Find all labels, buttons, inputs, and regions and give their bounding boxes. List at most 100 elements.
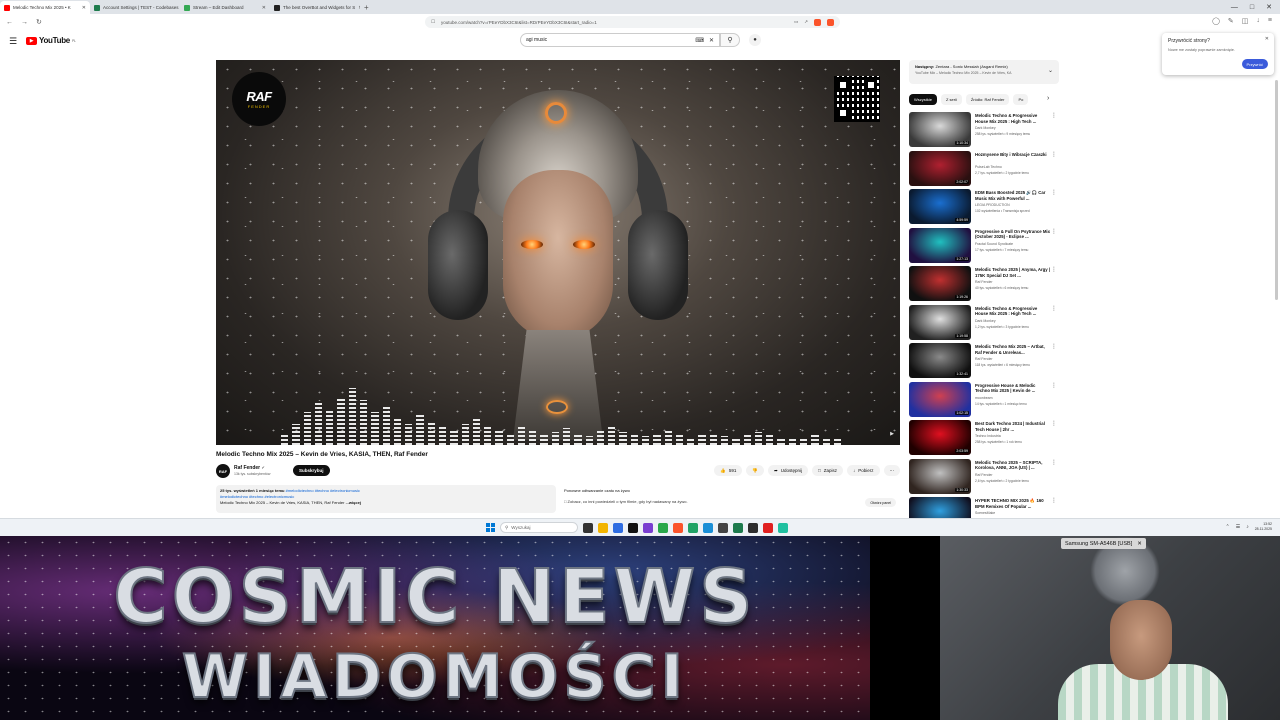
open-chat-panel-button[interactable]: Otwórz panel — [865, 498, 896, 507]
share-button[interactable]: ➦ Udostępnij — [767, 465, 808, 476]
back-icon[interactable]: ← — [6, 19, 13, 26]
extension-icon[interactable]: ◯ — [1212, 17, 1220, 25]
page-scrollbar[interactable] — [1275, 80, 1278, 300]
youtube-watermark-icon[interactable]: ▶ — [890, 431, 894, 437]
download-icon[interactable]: ↓ — [1256, 17, 1260, 25]
related-channel[interactable]: LEGIA PRODUCTION — [975, 203, 1010, 207]
browser-tab[interactable]: Stream – Edit Dashboard ✕ — [180, 1, 270, 14]
channel-avatar[interactable]: RAF — [216, 464, 230, 478]
related-video[interactable]: 1:32:41 Melodic Techno Mix 2025 – Artbat,… — [909, 343, 1061, 382]
browser-tab[interactable]: The best OverBot and Widgets for S✕ — [270, 1, 360, 14]
related-video[interactable]: 1:02:15 Progressive House & Melodic Techn… — [909, 381, 1061, 421]
related-video[interactable]: 1:10:34 Melodic Techno & Progressive Hous… — [909, 112, 1061, 151]
address-bar[interactable]: ☐ youtube.com/watch?v=rPEeYDbX3C6I&list=… — [425, 16, 840, 28]
more-vertical-icon[interactable]: ⋮ — [1051, 228, 1057, 235]
more-vertical-icon[interactable]: ⋮ — [1051, 189, 1057, 196]
like-button[interactable]: 👍 591 — [714, 465, 743, 476]
terminal-icon[interactable] — [628, 522, 638, 533]
maximize-icon[interactable]: □ — [1250, 4, 1254, 11]
more-vertical-icon[interactable]: ⋮ — [1051, 266, 1057, 273]
restore-button[interactable]: Przywróć — [1241, 59, 1268, 69]
related-title[interactable]: Melodic Techno & Progressive House Mix 2… — [975, 113, 1051, 124]
related-channel[interactable]: Fractal Sound Syndicate — [975, 242, 1013, 246]
forward-icon[interactable]: → — [21, 19, 28, 26]
chevron-right-icon[interactable]: › — [1047, 95, 1049, 102]
more-vertical-icon[interactable]: ⋮ — [1051, 497, 1057, 504]
video-player[interactable]: RAF FENDER ▶ — [216, 60, 900, 445]
filter-chip[interactable]: Wszystkie — [909, 94, 937, 105]
video-thumbnail[interactable]: 2:03:59 — [909, 420, 971, 455]
app-icon[interactable] — [778, 522, 788, 533]
filter-chip[interactable]: Z serii — [941, 94, 962, 105]
sidebar-icon[interactable]: ◫ — [1242, 17, 1249, 25]
filter-chip[interactable]: Źródło: Raf Fender — [965, 94, 1010, 105]
related-channel[interactable]: moonbeam — [975, 396, 993, 400]
more-vertical-icon[interactable]: ⋮ — [1051, 382, 1057, 389]
related-video[interactable]: 2:03:59 Best Dark Techno 2024 | Industria… — [909, 420, 1061, 459]
brave-icon[interactable] — [673, 522, 683, 533]
video-thumbnail[interactable]: 1:02:15 — [909, 381, 971, 417]
brave-rewards-icon[interactable] — [827, 18, 834, 26]
related-video[interactable]: 1:19:26 Melodic Techno 2025 | Anyma, Argy… — [909, 266, 1061, 305]
more-vertical-icon[interactable]: ⋮ — [1051, 343, 1057, 350]
dislike-button[interactable]: 👎 — [746, 465, 764, 476]
related-video[interactable]: 2:02:07 Hozmysene Bity i Wibracje Czaszki… — [909, 150, 1061, 190]
related-title[interactable]: Hozmysene Bity i Wibracje Czaszki — [975, 152, 1051, 158]
filter-chip[interactable]: Po — [1013, 94, 1029, 105]
search-button[interactable]: ⚲ — [720, 33, 740, 47]
record-icon[interactable] — [763, 522, 773, 533]
task-view-icon[interactable] — [583, 522, 593, 533]
obs-icon[interactable] — [748, 522, 758, 533]
related-channel[interactable]: Raf Fender — [975, 280, 993, 284]
video-description[interactable]: 25 tys. wyświetleń 1 miesiąc temu #melod… — [216, 485, 556, 513]
store-icon[interactable] — [613, 522, 623, 533]
related-title[interactable]: Melodic Techno Mix 2025 – Artbat, Raf Fe… — [975, 344, 1051, 355]
app-icon[interactable] — [718, 522, 728, 533]
more-vertical-icon[interactable]: ⋮ — [1051, 420, 1057, 427]
video-thumbnail[interactable]: 1:32:41 — [909, 343, 971, 378]
close-icon[interactable]: ✕ — [1137, 541, 1142, 547]
related-channel[interactable]: ScenesMake — [975, 511, 995, 515]
subscribe-button[interactable]: Subskrybuj — [293, 465, 330, 476]
app-icon[interactable] — [658, 522, 668, 533]
clock[interactable]: 13:52 28.11.2025 — [1255, 522, 1272, 532]
video-thumbnail[interactable]: 1:27:13 — [909, 227, 971, 263]
more-vertical-icon[interactable]: ⋮ — [1051, 151, 1057, 158]
more-vertical-icon[interactable]: ⋮ — [1051, 305, 1057, 312]
app-icon[interactable] — [643, 522, 653, 533]
close-icon[interactable]: ✕ — [1265, 36, 1269, 42]
menu-icon[interactable]: ≡ — [1268, 17, 1272, 25]
related-title[interactable]: Melodic Techno & Progressive House Mix 2… — [975, 306, 1051, 317]
more-actions-button[interactable]: ⋯ — [883, 465, 900, 476]
related-title[interactable]: Progressive House & Melodic Techno Mix 2… — [975, 383, 1051, 394]
windows-start-icon[interactable] — [486, 523, 495, 532]
youtube-logo[interactable]: ▶ YouTube PL — [26, 36, 76, 45]
related-video[interactable]: 1:30:33 Melodic Techno 2025 – SCRIPTA, Ko… — [909, 458, 1061, 498]
bookmark-icon[interactable]: ☐ — [431, 19, 435, 25]
related-channel[interactable]: Dark Monkey — [975, 319, 996, 323]
description-more[interactable]: ...więcej — [346, 500, 361, 505]
related-title[interactable]: Melodic Techno 2025 – SCRIPTA, Korolova,… — [975, 460, 1051, 471]
browser-tab[interactable]: Melodic Techno Mix 2025 • K ✕ — [0, 1, 90, 14]
related-channel[interactable]: Raf Fender — [975, 473, 993, 477]
related-channel[interactable]: Raf Fender — [975, 357, 993, 361]
tray-chevron-icon[interactable]: ⌃ — [1226, 524, 1230, 530]
taskbar-search[interactable]: ⚲ Wyszukaj — [500, 522, 578, 533]
minimize-icon[interactable]: — — [1231, 4, 1238, 11]
related-title[interactable]: Progressive & Full On Psytrance Mix (Oct… — [975, 229, 1051, 240]
save-button[interactable]: □ Zapisz — [812, 465, 843, 476]
chevron-down-icon[interactable]: ⌄ — [1048, 68, 1053, 74]
brave-shield-icon[interactable] — [814, 18, 821, 26]
up-next-box[interactable]: Następny: Zentara - Sonic Messiah (Asgar… — [909, 60, 1059, 84]
description-hashtags-inline[interactable]: #melodictechno #techno #electronicmusic — [286, 488, 360, 493]
reload-icon[interactable]: ↻ — [36, 18, 42, 26]
video-thumbnail[interactable]: 4:59:59 — [909, 189, 971, 224]
related-title[interactable]: Best Dark Techno 2024 | Industrial Tech … — [975, 421, 1051, 432]
hamburger-menu-icon[interactable]: ☰ — [9, 36, 17, 47]
download-button[interactable]: ↓ Pobierz — [846, 465, 880, 476]
video-thumbnail[interactable]: 2:02:07 — [909, 150, 971, 186]
related-video[interactable]: 4:59:59 EDM Bass Boosted 2025 🔊🎧 Car Musi… — [909, 189, 1061, 228]
app-icon[interactable] — [733, 522, 743, 533]
browser-tab[interactable]: Account Settings | TEST - Codebases✕ — [90, 1, 180, 14]
screen-icon[interactable]: ▭ — [794, 19, 798, 26]
